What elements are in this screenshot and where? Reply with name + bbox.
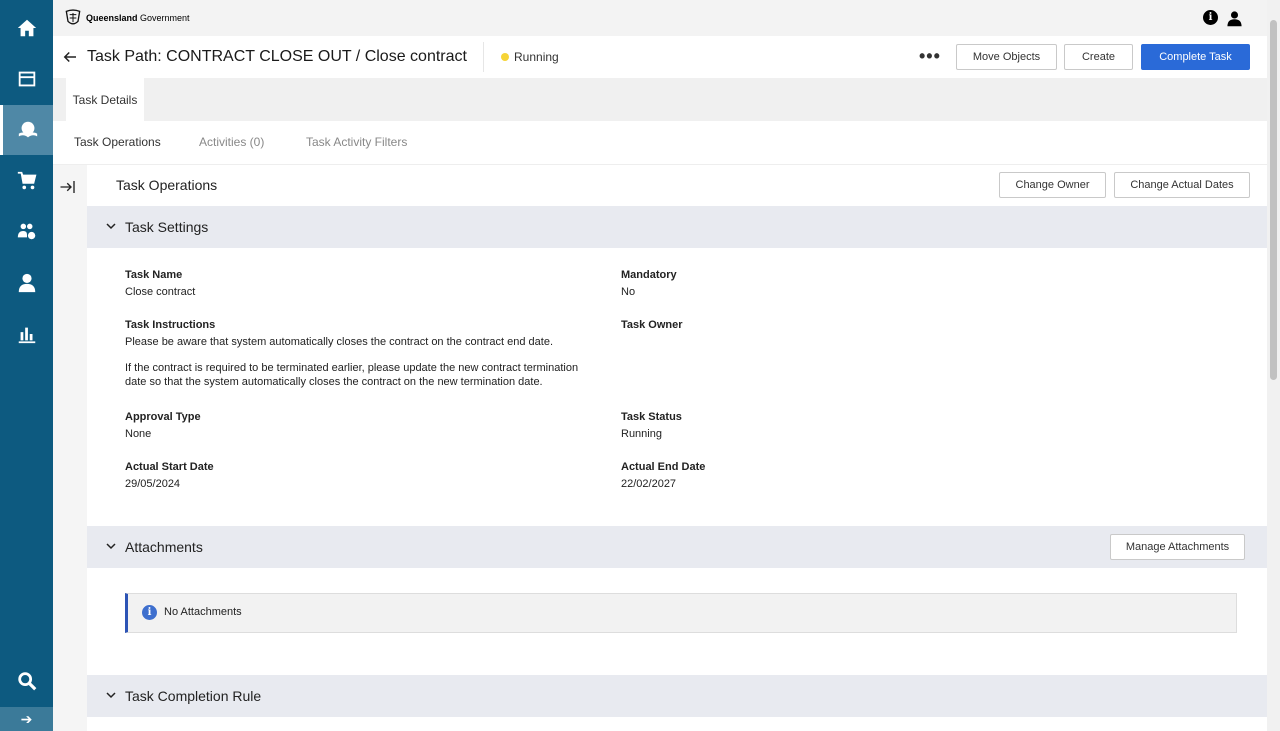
actual-start-date-label: Actual Start Date <box>125 461 214 473</box>
task-name-label: Task Name <box>125 269 183 281</box>
page-title: Task Path: CONTRACT CLOSE OUT / Close co… <box>87 48 467 65</box>
header-divider <box>483 42 484 72</box>
move-objects-button[interactable]: Move Objects <box>956 44 1057 70</box>
actual-end-date-field: Actual End Date 22/02/2027 <box>621 461 705 491</box>
mandatory-value: No <box>621 286 636 298</box>
chevron-down-icon <box>106 543 116 550</box>
more-options-button[interactable]: ••• <box>919 46 941 67</box>
attachments-header[interactable]: Attachments Manage Attachments <box>87 526 1267 568</box>
nav-home[interactable] <box>0 3 53 53</box>
chevron-down-icon <box>106 223 116 230</box>
status-badge: Running <box>501 50 559 64</box>
task-owner-label: Task Owner <box>621 319 683 331</box>
qld-government-logo[interactable]: Queensland Government <box>63 8 190 28</box>
complete-task-button[interactable]: Complete Task <box>1141 44 1250 70</box>
tab-task-operations[interactable]: Task Operations <box>74 135 161 149</box>
home-icon <box>17 19 36 37</box>
mandatory-label: Mandatory <box>621 269 677 281</box>
people-gear-icon <box>17 223 35 240</box>
task-header: Task Path: CONTRACT CLOSE OUT / Close co… <box>53 36 1267 78</box>
nav-expand-button[interactable]: ➔ <box>0 707 53 731</box>
approval-type-label: Approval Type <box>125 411 201 423</box>
actual-end-date-label: Actual End Date <box>621 461 706 473</box>
create-button[interactable]: Create <box>1064 44 1133 70</box>
attachments-title: Attachments <box>125 539 203 555</box>
task-instructions-label: Task Instructions <box>125 319 216 331</box>
search-icon <box>17 672 36 691</box>
change-owner-button[interactable]: Change Owner <box>999 172 1106 198</box>
task-instructions-line1: Please be aware that system automaticall… <box>125 336 554 348</box>
nav-profile[interactable] <box>0 258 53 308</box>
task-instructions-line2: If the contract is required to be termin… <box>125 362 579 388</box>
back-arrow-icon[interactable] <box>61 48 79 66</box>
status-dot-icon <box>501 53 509 61</box>
task-status-label: Task Status <box>621 411 682 423</box>
actual-end-date-value: 22/02/2027 <box>621 478 677 490</box>
account-icon[interactable] <box>1226 10 1243 27</box>
nav-search[interactable] <box>0 656 53 706</box>
top-bar: Queensland Government i <box>53 0 1267 36</box>
collapse-panel-icon[interactable] <box>59 179 77 195</box>
info-icon[interactable]: i <box>1203 10 1218 25</box>
tab-task-activity-filters[interactable]: Task Activity Filters <box>306 135 407 149</box>
task-settings-title: Task Settings <box>125 219 209 235</box>
nav-reports[interactable] <box>0 309 53 359</box>
subtab-bar: Task Operations Activities (0) Task Acti… <box>53 121 1267 165</box>
bar-chart-icon <box>18 327 35 344</box>
nav-dashboard[interactable] <box>0 54 53 104</box>
nav-global-tasks[interactable] <box>0 105 53 155</box>
operations-title: Task Operations <box>116 177 218 193</box>
actual-start-date-value: 29/05/2024 <box>125 478 181 490</box>
arrow-right-icon: ➔ <box>20 710 33 727</box>
page-scrollbar[interactable] <box>1267 0 1280 731</box>
globe-hands-icon <box>18 121 38 138</box>
tab-task-details[interactable]: Task Details <box>66 78 144 121</box>
nav-cart[interactable] <box>0 156 53 206</box>
task-completion-rule-title: Task Completion Rule <box>125 688 262 704</box>
task-status-field: Task Status Running <box>621 411 682 441</box>
main-content: Task Operations Change Owner Change Actu… <box>87 165 1267 731</box>
left-nav: ➔ <box>0 0 53 731</box>
approval-type-value: None <box>125 428 152 440</box>
change-actual-dates-button[interactable]: Change Actual Dates <box>1114 172 1250 198</box>
status-text: Running <box>514 50 559 64</box>
no-attachments-notice: i No Attachments <box>125 593 1237 633</box>
detail-tab-bar: Task Details <box>53 78 1267 121</box>
no-attachments-text: No Attachments <box>164 606 242 618</box>
task-instructions-field: Task Instructions Please be aware that s… <box>125 319 595 389</box>
task-owner-field: Task Owner <box>621 319 683 335</box>
nav-suppliers[interactable] <box>0 206 53 256</box>
approval-type-field: Approval Type None <box>125 411 201 441</box>
crest-icon <box>65 9 81 25</box>
chevron-down-icon <box>106 692 116 699</box>
scrollbar-thumb[interactable] <box>1270 20 1277 380</box>
mandatory-field: Mandatory No <box>621 269 677 299</box>
user-icon <box>18 273 35 293</box>
task-status-value: Running <box>621 428 662 440</box>
dashboard-icon <box>18 71 35 87</box>
cart-icon <box>17 171 36 190</box>
task-completion-rule-header[interactable]: Task Completion Rule <box>87 675 1267 717</box>
side-panel-strip <box>53 165 87 731</box>
manage-attachments-button[interactable]: Manage Attachments <box>1110 534 1245 560</box>
task-name-value: Close contract <box>125 286 196 298</box>
task-name-field: Task Name Close contract <box>125 269 195 299</box>
task-settings-header[interactable]: Task Settings <box>87 206 1267 248</box>
actual-start-date-field: Actual Start Date 29/05/2024 <box>125 461 214 491</box>
tab-activities[interactable]: Activities (0) <box>199 135 264 149</box>
info-icon: i <box>142 605 157 620</box>
